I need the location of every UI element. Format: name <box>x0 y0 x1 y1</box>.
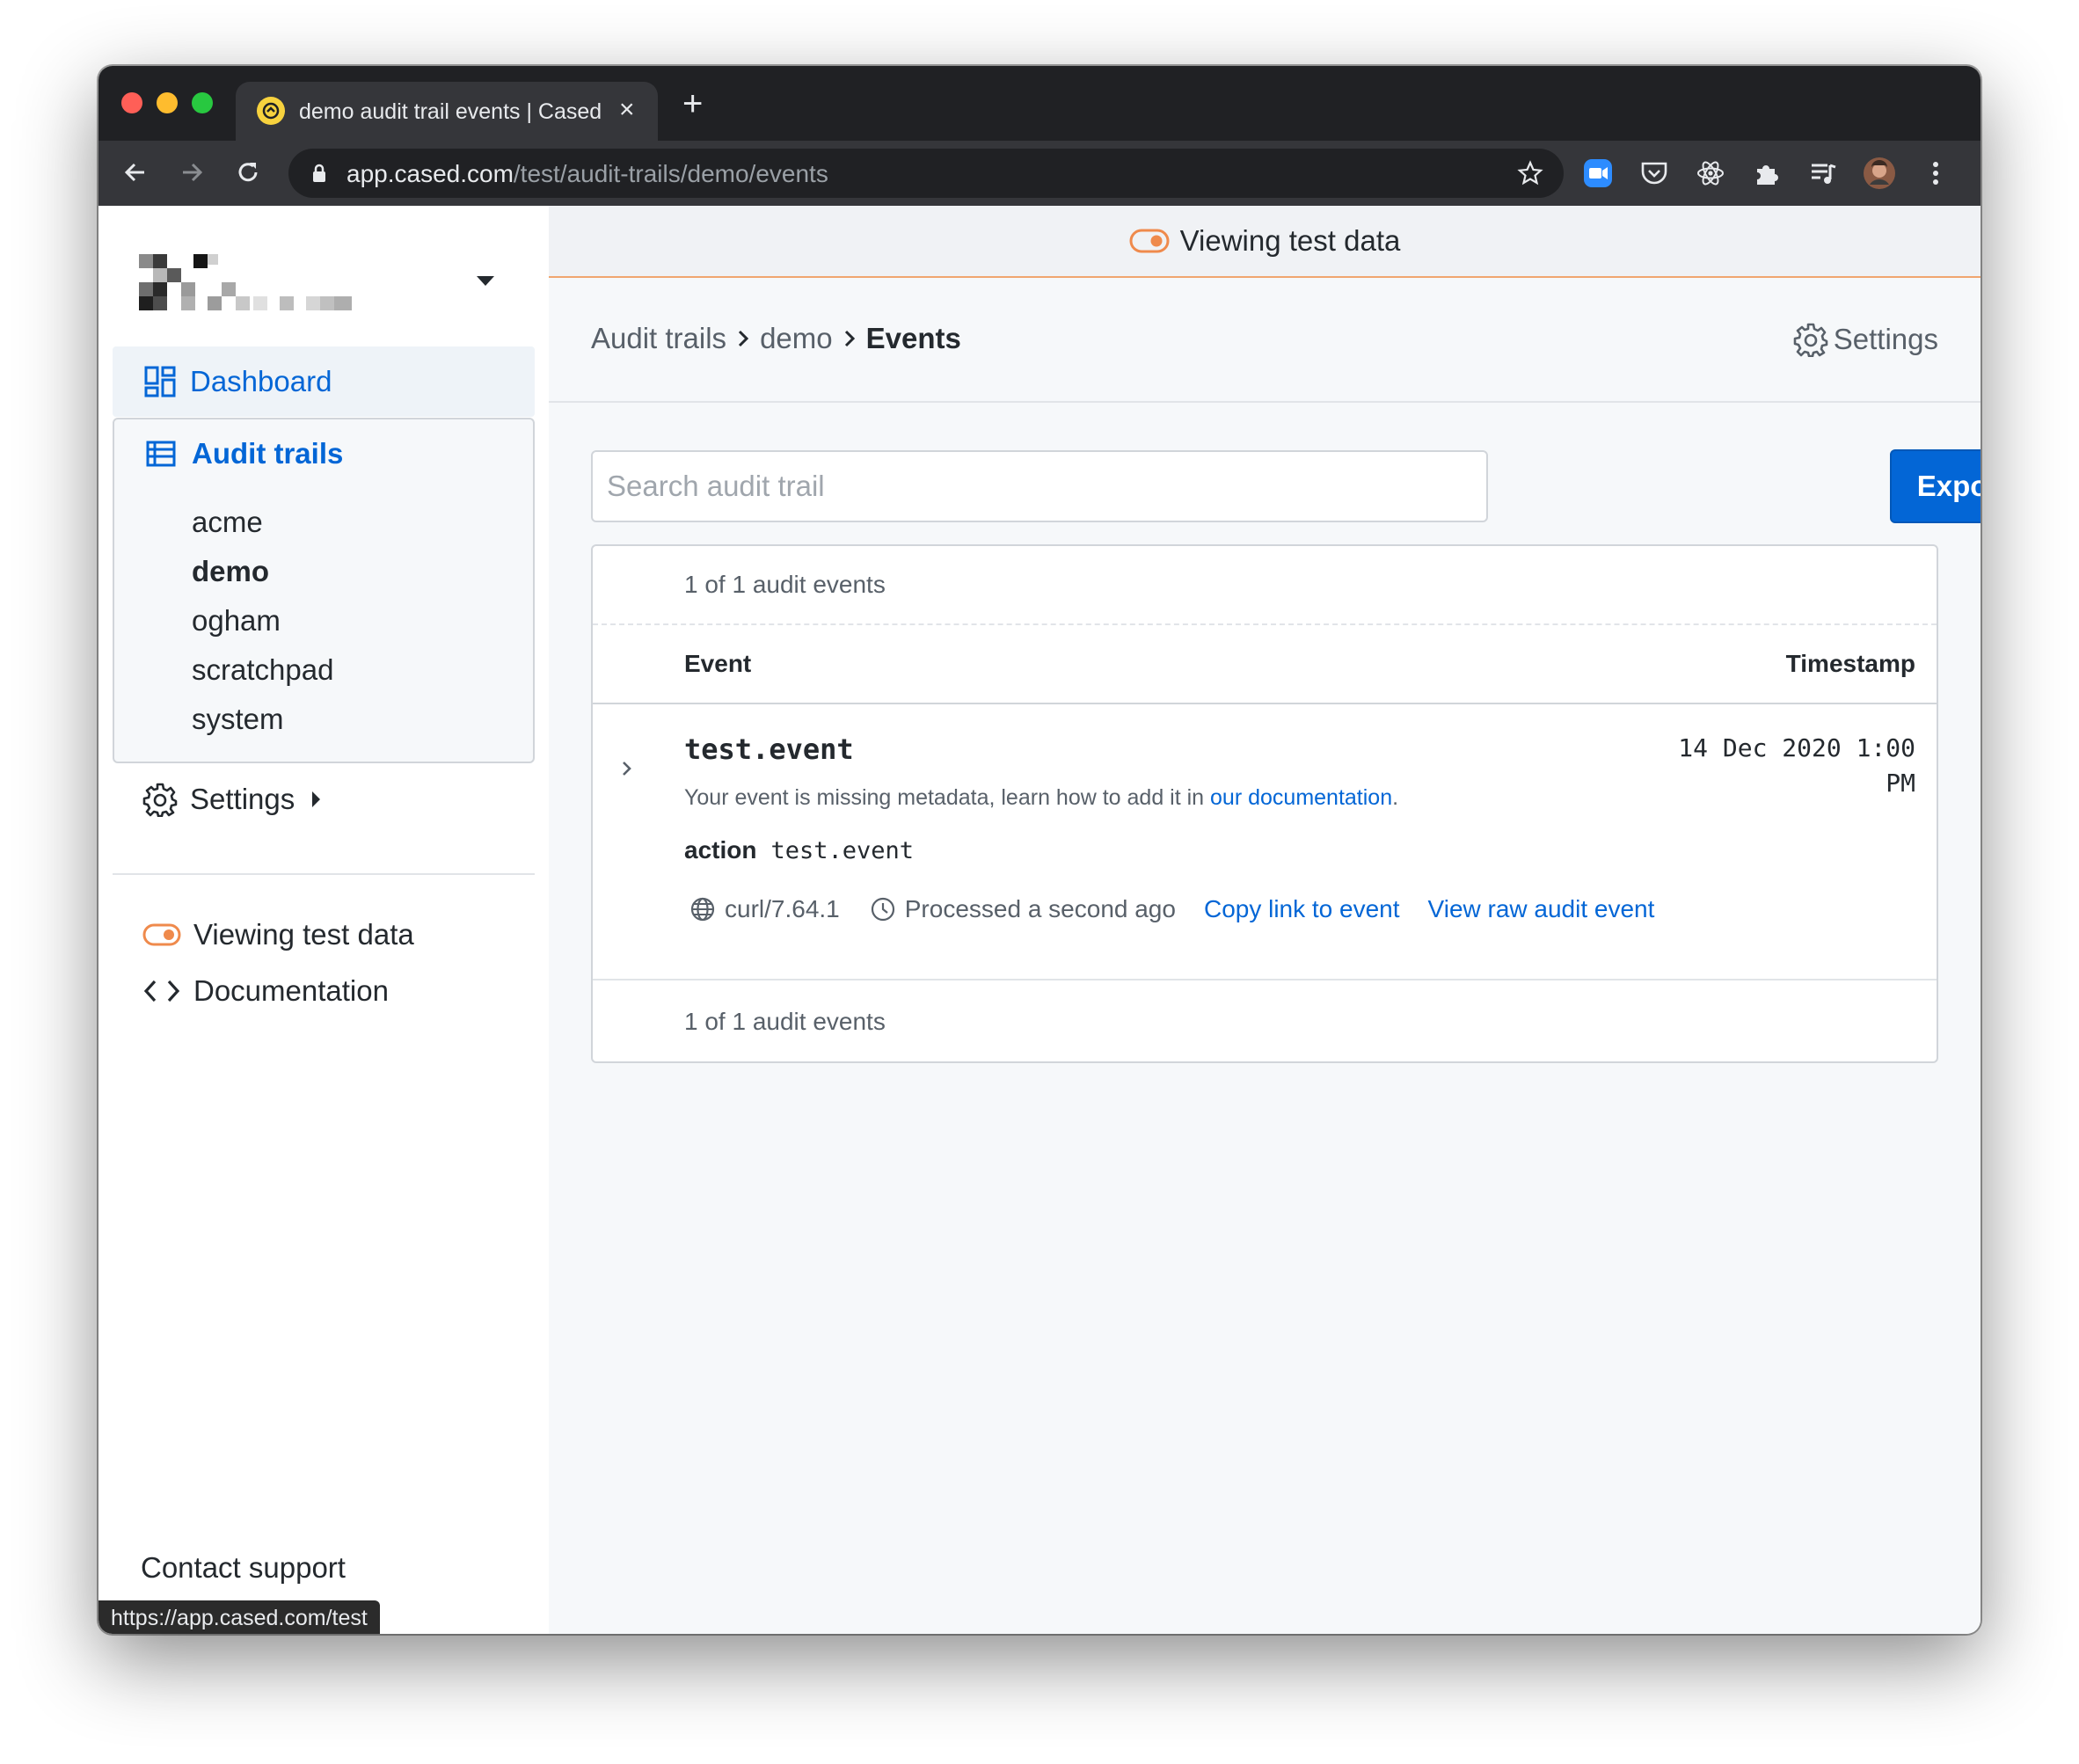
tab-bar: demo audit trail events | Cased × + <box>98 66 1981 141</box>
sidebar-item-label: Documentation <box>193 974 389 1007</box>
chevron-right-icon <box>737 329 749 348</box>
browser-menu-icon[interactable] <box>1919 157 1952 190</box>
test-data-banner: Viewing test data <box>549 206 1981 278</box>
sidebar: Dashboard Audit trails acme demo ogham s… <box>98 206 549 1634</box>
divider <box>593 703 1937 704</box>
sidebar-divider <box>113 873 535 875</box>
breadcrumb: Audit trails demo Events <box>591 322 961 355</box>
org-dropdown-caret-icon[interactable] <box>477 276 494 286</box>
sidebar-item-label: Viewing test data <box>193 918 414 951</box>
gear-icon <box>1793 322 1828 357</box>
event-count-top: 1 of 1 audit events <box>684 571 886 598</box>
audit-trails-section: Audit trails acme demo ogham scratchpad … <box>113 418 535 763</box>
documentation-link[interactable]: our documentation <box>1210 785 1392 810</box>
caret-right-icon <box>312 791 321 807</box>
event-meta: curl/7.64.1 Processed a second ago Copy … <box>689 895 1682 923</box>
globe-icon <box>689 896 716 922</box>
sidebar-item-documentation[interactable]: Documentation <box>142 974 389 1008</box>
sidebar-trail-ogham[interactable]: ogham <box>192 604 281 638</box>
dashboard-icon <box>144 366 176 397</box>
extensions-puzzle-icon[interactable] <box>1750 157 1784 190</box>
main-content: Viewing test data Audit trails demo Even… <box>549 206 1981 1634</box>
sidebar-item-viewing-test-data[interactable]: Viewing test data <box>142 918 414 951</box>
media-controls-icon[interactable] <box>1806 157 1840 190</box>
trail-settings-link[interactable]: Settings <box>1793 322 1938 357</box>
cased-favicon-icon <box>257 97 285 125</box>
event-action-field: action test.event <box>684 836 914 864</box>
divider <box>593 979 1937 980</box>
close-window-button[interactable] <box>121 92 142 113</box>
new-tab-button[interactable]: + <box>682 86 703 121</box>
app: Dashboard Audit trails acme demo ogham s… <box>98 206 1981 1634</box>
breadcrumb-current: Events <box>865 322 961 354</box>
lock-icon <box>311 163 327 188</box>
zoom-extension-icon[interactable] <box>1581 157 1615 190</box>
browser-tab[interactable]: demo audit trail events | Cased × <box>236 82 658 141</box>
tab-close-icon[interactable]: × <box>619 96 635 124</box>
browser-window: demo audit trail events | Cased × + app.… <box>98 66 1981 1634</box>
contact-support-link[interactable]: Contact support <box>141 1551 346 1585</box>
page-header: Audit trails demo Events Settings <box>549 278 1981 403</box>
action-key: action <box>684 836 757 864</box>
sidebar-trail-system[interactable]: system <box>192 703 284 736</box>
events-table: 1 of 1 audit events Event Timestamp test… <box>591 544 1938 1063</box>
sidebar-item-audit-trails[interactable]: Audit trails <box>146 437 343 470</box>
browser-toolbar: app.cased.com/test/audit-trails/demo/eve… <box>98 141 1981 206</box>
status-bar-url: https://app.cased.com/test <box>98 1600 380 1634</box>
reload-icon[interactable] <box>230 155 266 190</box>
event-name[interactable]: test.event <box>684 733 854 766</box>
url-text: app.cased.com/test/audit-trails/demo/eve… <box>346 160 828 187</box>
maximize-window-button[interactable] <box>192 92 213 113</box>
code-brackets-icon <box>142 978 181 1004</box>
divider <box>593 623 1937 625</box>
sidebar-item-label: Dashboard <box>190 365 332 397</box>
sidebar-trail-scratchpad[interactable]: scratchpad <box>192 653 333 687</box>
clock-icon <box>870 896 896 922</box>
tab-title: demo audit trail events | Cased <box>299 99 602 124</box>
search-input[interactable] <box>591 450 1488 522</box>
sidebar-item-dashboard[interactable]: Dashboard <box>113 346 535 417</box>
column-header-timestamp: Timestamp <box>1785 650 1915 677</box>
gear-icon <box>142 782 178 817</box>
sidebar-item-label: Audit trails <box>192 437 344 470</box>
breadcrumb-demo[interactable]: demo <box>760 322 833 355</box>
sidebar-item-label: Settings <box>190 783 295 815</box>
missing-metadata-notice: Your event is missing metadata, learn ho… <box>684 785 1399 810</box>
toggle-icon <box>142 923 181 946</box>
settings-label: Settings <box>1833 323 1938 355</box>
view-raw-audit-event[interactable]: View raw audit event <box>1428 895 1655 923</box>
profile-avatar[interactable] <box>1863 157 1896 190</box>
bookmark-star-icon[interactable] <box>1516 159 1544 192</box>
banner-text: Viewing test data <box>1179 224 1401 257</box>
table-list-icon <box>146 441 176 467</box>
sidebar-trail-acme[interactable]: acme <box>192 506 263 539</box>
forward-icon[interactable] <box>174 155 209 190</box>
react-devtools-icon[interactable] <box>1694 157 1727 190</box>
processed-time: Processed a second ago <box>904 895 1176 922</box>
address-bar[interactable]: app.cased.com/test/audit-trails/demo/eve… <box>288 149 1564 198</box>
org-switcher[interactable] <box>139 254 473 316</box>
back-icon[interactable] <box>118 155 153 190</box>
sidebar-trail-demo[interactable]: demo <box>192 555 269 588</box>
minimize-window-button[interactable] <box>157 92 178 113</box>
pocket-extension-icon[interactable] <box>1638 157 1671 190</box>
expand-row-chevron-icon[interactable] <box>621 759 633 778</box>
action-value: test.event <box>770 837 915 864</box>
event-count-bottom: 1 of 1 audit events <box>684 1008 886 1035</box>
toggle-icon <box>1129 229 1170 253</box>
chevron-right-icon <box>843 329 856 348</box>
column-header-event: Event <box>684 650 752 677</box>
breadcrumb-audit-trails[interactable]: Audit trails <box>591 322 726 355</box>
event-timestamp: 14 Dec 2020 1:00 PM <box>1678 733 1915 798</box>
export-button[interactable]: Export <box>1890 449 1981 523</box>
sidebar-item-settings[interactable]: Settings <box>142 782 321 817</box>
user-agent: curl/7.64.1 <box>725 895 840 922</box>
copy-link-to-event[interactable]: Copy link to event <box>1204 895 1400 923</box>
